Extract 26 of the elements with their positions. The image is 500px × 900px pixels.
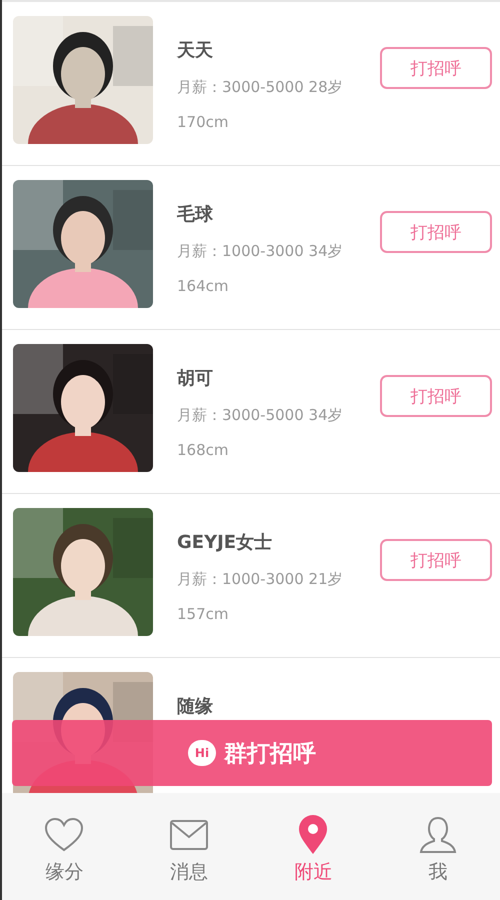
height: 157cm — [177, 605, 228, 623]
greet-button[interactable]: 打招呼 — [380, 47, 492, 89]
greet-button[interactable]: 打招呼 — [380, 539, 492, 581]
salary-age: 月薪：1000-3000 21岁 — [177, 570, 343, 589]
height: 164cm — [177, 277, 228, 295]
salary-age: 月薪：1000-3000 34岁 — [177, 242, 343, 261]
nav-tab[interactable]: 消息 — [126, 793, 251, 900]
greet-button[interactable]: 打招呼 — [380, 211, 492, 253]
nav-tab[interactable]: 缘分 — [2, 793, 126, 900]
location-pin-icon — [298, 815, 328, 855]
nav-tab[interactable]: 我 — [376, 793, 500, 900]
hi-badge: Hi — [188, 740, 216, 766]
user-name: 随缘 — [177, 695, 213, 718]
salary-age: 月薪：3000-5000 28岁 — [177, 78, 343, 97]
user-icon — [418, 815, 457, 855]
nav-tab[interactable]: 附近 — [251, 793, 376, 900]
user-name: GEYJE女士 — [177, 531, 272, 554]
banner-label: 群打招呼 — [224, 740, 316, 768]
height: 168cm — [177, 441, 228, 459]
user-name: 毛球 — [177, 203, 213, 226]
salary-age: 月薪：3000-5000 34岁 — [177, 406, 343, 425]
greet-button[interactable]: 打招呼 — [380, 375, 492, 417]
group-greet-banner[interactable]: Hi 群打招呼 — [12, 720, 492, 786]
height: 170cm — [177, 113, 228, 131]
user-name: 天天 — [177, 39, 213, 62]
user-name: 胡可 — [177, 367, 213, 390]
